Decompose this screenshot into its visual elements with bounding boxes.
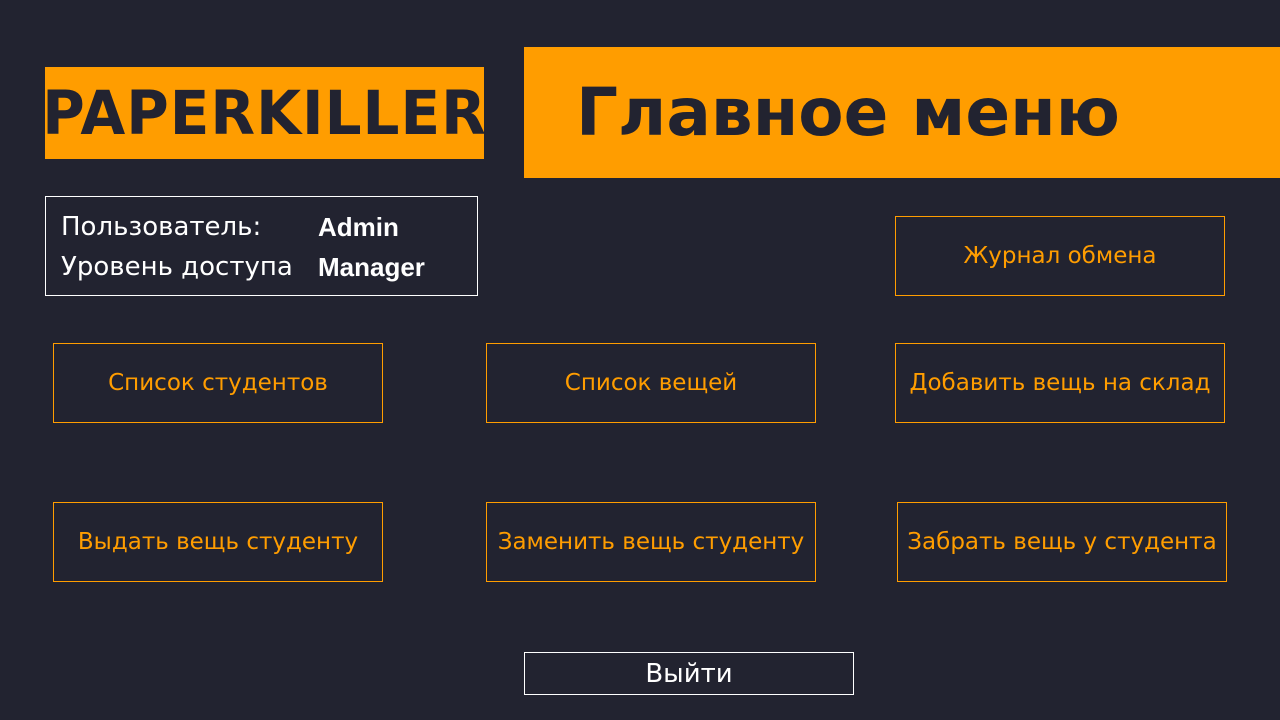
access-level-value: Manager <box>318 251 425 282</box>
exit-button[interactable]: Выйти <box>524 652 854 695</box>
issue-item-button[interactable]: Выдать вещь студенту <box>53 502 383 582</box>
take-item-button[interactable]: Забрать вещь у студента <box>897 502 1227 582</box>
access-level-row: Уровень доступа Manager <box>61 247 477 287</box>
page-title-banner: Главное меню <box>524 47 1280 178</box>
app-logo-text: PAPERKILLER <box>42 77 487 149</box>
add-item-to-warehouse-button[interactable]: Добавить вещь на склад <box>895 343 1225 423</box>
item-list-button[interactable]: Список вещей <box>486 343 816 423</box>
user-row: Пользователь: Admin <box>61 207 477 247</box>
access-level-label: Уровень доступа <box>61 252 293 282</box>
user-value: Admin <box>318 211 399 242</box>
replace-item-button[interactable]: Заменить вещь студенту <box>486 502 816 582</box>
app-logo: PAPERKILLER <box>42 67 487 159</box>
user-info-panel: Пользователь: Admin Уровень доступа Mana… <box>45 196 478 296</box>
page-title: Главное меню <box>576 74 1120 151</box>
exchange-log-button[interactable]: Журнал обмена <box>895 216 1225 296</box>
main-menu-screen: PAPERKILLER Главное меню Пользователь: A… <box>0 0 1280 720</box>
user-label: Пользователь: <box>61 212 262 242</box>
student-list-button[interactable]: Список студентов <box>53 343 383 423</box>
